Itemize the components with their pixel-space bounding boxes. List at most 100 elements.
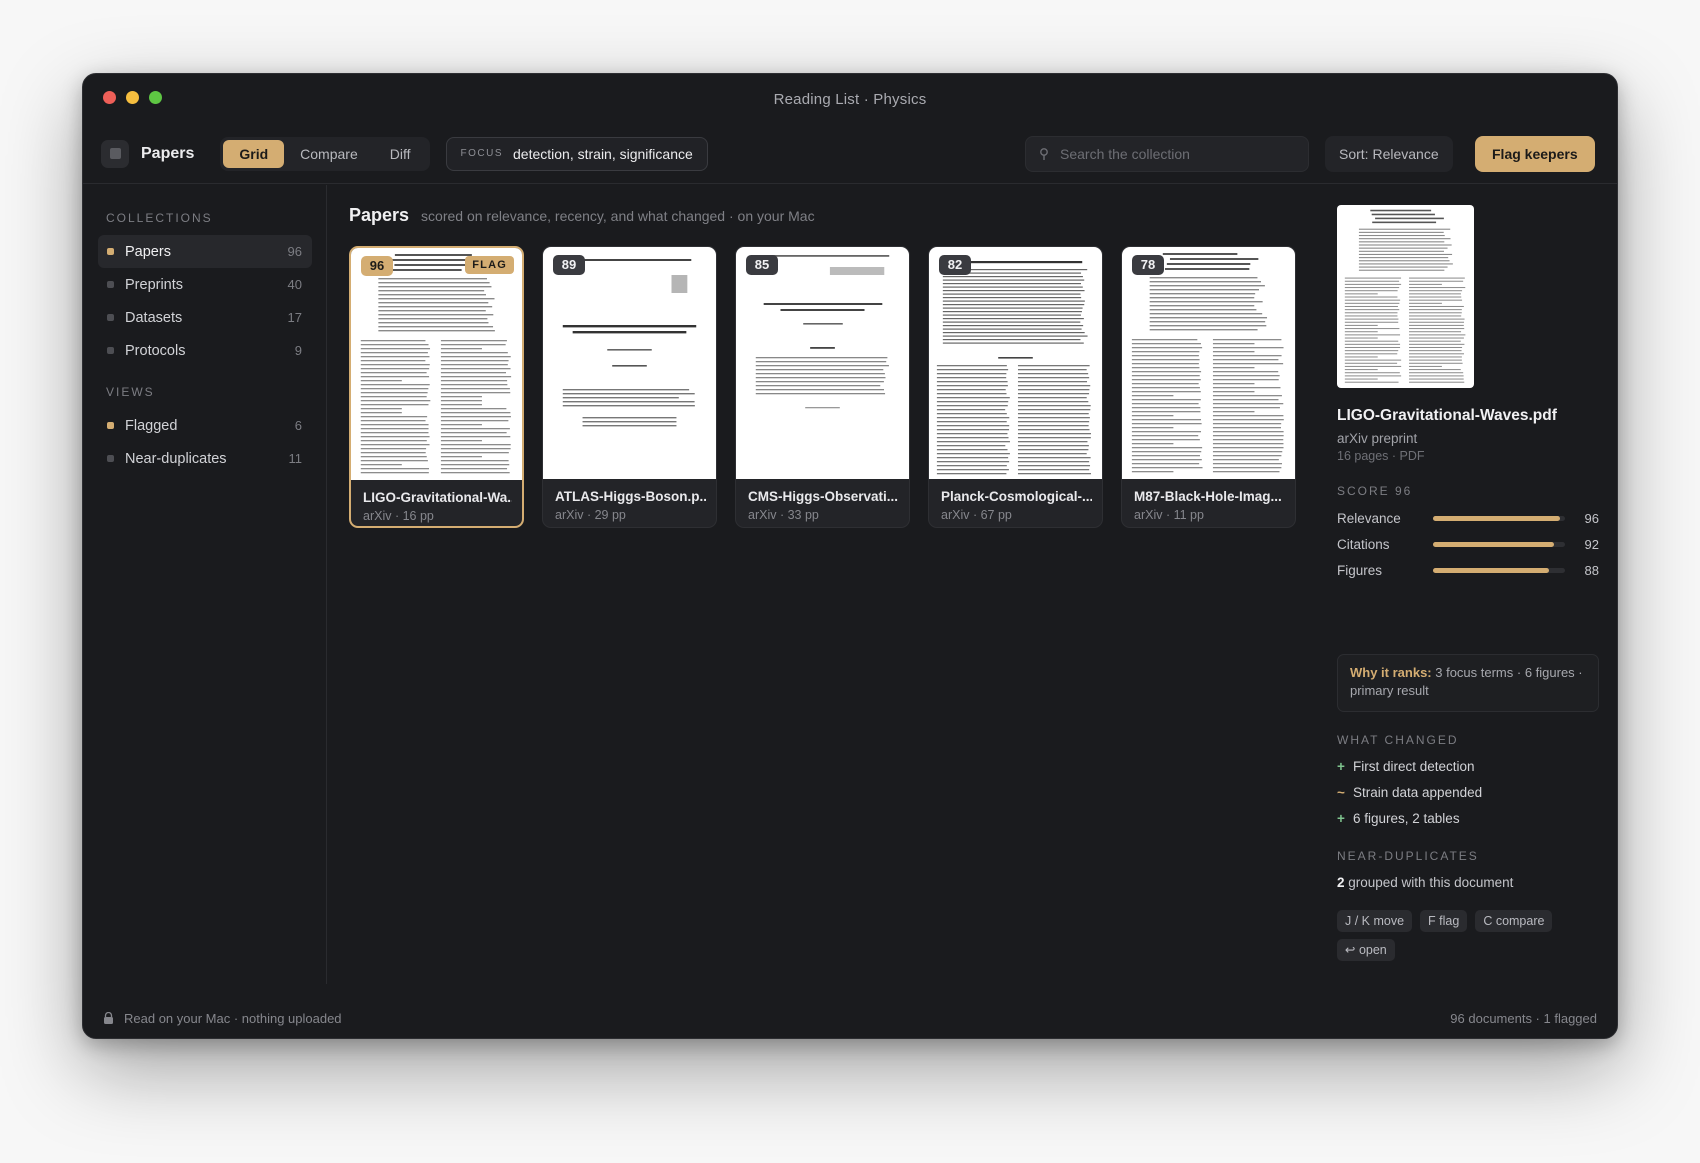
flag-keepers-button[interactable]: Flag keepers (1475, 135, 1595, 172)
metric-bar (1433, 567, 1565, 573)
metric-value: 96 (1584, 510, 1599, 526)
sidebar-item-papers[interactable]: Papers 96 (98, 235, 312, 268)
lock-icon (104, 1012, 113, 1024)
sidebar-item-count: 6 (294, 418, 302, 433)
page-preview-image (562, 259, 697, 427)
why-label: Why it ranks: (1350, 665, 1432, 680)
metric-label: Relevance (1337, 510, 1401, 526)
sidebar-item-count: 96 (287, 244, 302, 259)
metric-bar (1433, 541, 1565, 547)
inspector-doc-type: arXiv preprint (1337, 431, 1418, 446)
collection-color-icon (107, 314, 114, 321)
duplicate-text: grouped with this document (1344, 875, 1514, 890)
sidebar-item-flagged[interactable]: Flagged 6 (98, 409, 312, 442)
page-preview-image (360, 254, 512, 474)
document-preview[interactable] (1337, 205, 1474, 388)
sort-button[interactable]: Sort: Relevance (1325, 135, 1453, 172)
document-thumbnail (543, 247, 716, 479)
sidebar-item-count: 11 (288, 451, 303, 466)
minimize-window-button[interactable] (126, 91, 139, 104)
metric-bar-fill (1433, 515, 1560, 521)
search-input[interactable] (1060, 145, 1290, 162)
document-name: CMS-Higgs-Observati... (748, 489, 899, 504)
score-badge: 82 (939, 255, 971, 275)
focus-chip[interactable]: FOCUS detection, strain, significance (445, 136, 708, 171)
grid-header: Papers scored on relevance, recency, and… (349, 205, 815, 226)
sidebar-item-count: 40 (287, 277, 302, 292)
metric-relevance: Relevance 96 (1337, 509, 1599, 527)
document-thumbnail (1122, 247, 1295, 479)
document-info: arXiv · 67 pp (941, 508, 1012, 522)
document-card[interactable]: 96 FLAG LIGO-Gravitational-Wa... arXiv ·… (349, 246, 524, 528)
zoom-window-button[interactable] (149, 91, 162, 104)
sidebar-item-protocols[interactable]: Protocols 9 (98, 334, 312, 367)
metric-label: Citations (1337, 536, 1390, 552)
document-card[interactable]: 85 CMS-Higgs-Observati... arXiv · 33 pp (735, 246, 910, 528)
sidebar-item-count: 17 (287, 310, 302, 325)
document-card[interactable]: 78 M87-Black-Hole-Imag... arXiv · 11 pp (1121, 246, 1296, 528)
tab-diff[interactable]: Diff (374, 140, 427, 168)
grid-subtitle: scored on relevance, recency, and what c… (421, 208, 815, 224)
what-changed-heading: WHAT CHANGED (1337, 733, 1459, 747)
sidebar: COLLECTIONS Papers 96 Preprints 40 Datas… (83, 185, 327, 984)
grid-title: Papers (349, 205, 410, 225)
metric-bar-fill (1433, 567, 1550, 573)
flag-badge[interactable]: FLAG (465, 256, 514, 274)
inspector-panel: LIGO-Gravitational-Waves.pdf arXiv prepr… (1319, 185, 1617, 984)
privacy-status: Read on your Mac · nothing uploaded (124, 1010, 342, 1026)
sidebar-item-label: Preprints (125, 276, 184, 293)
view-switcher: Grid Compare Diff (220, 136, 430, 171)
document-info: arXiv · 33 pp (748, 508, 819, 522)
change-item: + 6 figures, 2 tables (1337, 811, 1460, 826)
page-preview-image (755, 255, 890, 409)
score-badge: 85 (746, 255, 778, 275)
metric-value: 88 (1584, 562, 1599, 578)
inspector-filename: LIGO-Gravitational-Waves.pdf (1337, 407, 1557, 424)
score-badge: 96 (361, 256, 393, 276)
shortcut-open: ↩ open (1337, 939, 1395, 961)
change-item: ~ Strain data appended (1337, 785, 1482, 800)
sidebar-item-datasets[interactable]: Datasets 17 (98, 301, 312, 334)
shortcut-move: J / K move (1337, 910, 1413, 932)
shortcut-compare: C compare (1475, 910, 1553, 932)
document-name: Planck-Cosmological-... (941, 489, 1092, 504)
tab-compare[interactable]: Compare (284, 140, 374, 168)
toolbar: Papers Grid Compare Diff FOCUS detection… (83, 124, 1617, 184)
app-window: Reading List · Physics Papers Grid Compa… (82, 73, 1618, 1039)
shortcut-hints: ↩ open (1337, 939, 1395, 961)
change-text: Strain data appended (1353, 785, 1483, 800)
document-thumbnail (929, 247, 1102, 479)
document-grid-panel: Papers scored on relevance, recency, and… (328, 185, 1318, 984)
sidebar-item-label: Near-duplicates (125, 450, 227, 467)
metric-figures: Figures 88 (1337, 561, 1599, 579)
document-name: ATLAS-Higgs-Boson.p... (555, 489, 706, 504)
document-info: arXiv · 16 pp (363, 509, 434, 523)
tab-grid[interactable]: Grid (223, 139, 285, 168)
collections-heading: COLLECTIONS (106, 211, 213, 225)
sidebar-item-label: Flagged (125, 417, 178, 434)
document-card[interactable]: 89 ATLAS-Higgs-Boson.p... arXiv · 29 pp (542, 246, 717, 528)
shortcut-hints: J / K move F flag C compare (1337, 910, 1553, 932)
metric-bar-fill (1433, 541, 1555, 547)
metric-citations: Citations 92 (1337, 535, 1599, 553)
change-text: 6 figures, 2 tables (1353, 811, 1460, 826)
sidebar-item-preprints[interactable]: Preprints 40 (98, 268, 312, 301)
window-controls (103, 91, 162, 104)
score-badge: 78 (1132, 255, 1164, 275)
score-badge: 89 (553, 255, 585, 275)
duplicate-count: 2 (1337, 875, 1345, 890)
views-heading: VIEWS (106, 385, 155, 399)
shortcut-flag: F flag (1420, 910, 1468, 932)
page-preview-image (936, 261, 1091, 475)
search-box[interactable] (1025, 135, 1309, 172)
document-card[interactable]: 82 Planck-Cosmological-... arXiv · 67 pp (928, 246, 1103, 528)
near-duplicates-summary[interactable]: 2 grouped with this document (1337, 875, 1513, 890)
sidebar-item-count: 9 (294, 343, 302, 358)
close-window-button[interactable] (103, 91, 116, 104)
sidebar-item-label: Protocols (125, 342, 186, 359)
document-name: M87-Black-Hole-Imag... (1134, 489, 1282, 504)
view-color-icon (107, 422, 114, 429)
sidebar-item-near-duplicates[interactable]: Near-duplicates 11 (98, 442, 312, 475)
document-count-status: 96 documents · 1 flagged (1450, 1010, 1597, 1026)
modified-icon: ~ (1337, 785, 1345, 800)
